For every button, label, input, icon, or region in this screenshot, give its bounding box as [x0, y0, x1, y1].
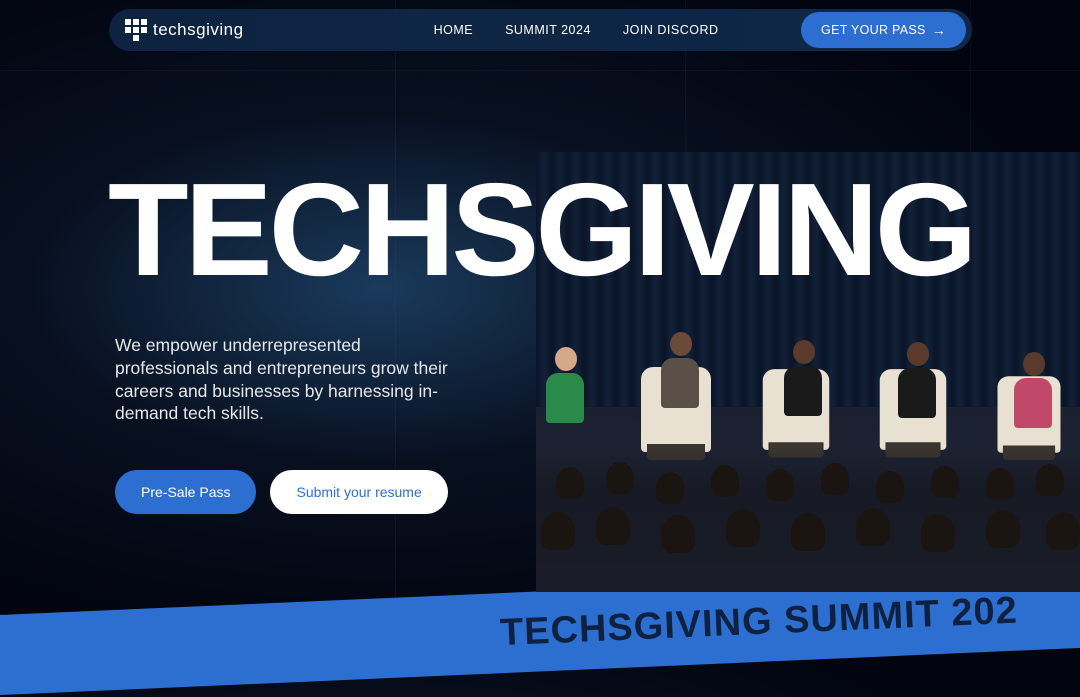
hero-buttons: Pre-Sale Pass Submit your resume — [115, 470, 448, 514]
brand-name: techsgiving — [153, 20, 244, 40]
arrow-right-icon: → — [932, 22, 946, 38]
brand-logo[interactable]: techsgiving — [125, 19, 244, 41]
get-pass-button[interactable]: GET YOUR PASS → — [801, 12, 966, 48]
get-pass-label: GET YOUR PASS — [821, 23, 926, 37]
nav-home[interactable]: HOME — [434, 23, 474, 37]
nav-discord[interactable]: JOIN DISCORD — [623, 23, 719, 37]
logo-icon — [125, 19, 147, 41]
banner-text: TECHSGIVING SUMMIT 202 — [499, 589, 1019, 655]
navbar: techsgiving HOME SUMMIT 2024 JOIN DISCOR… — [109, 9, 972, 51]
hero-title: TECHSGIVING — [108, 164, 973, 296]
nav-links: HOME SUMMIT 2024 JOIN DISCORD — [434, 23, 719, 37]
submit-resume-button[interactable]: Submit your resume — [270, 470, 447, 514]
hero-description: We empower underrepresented professional… — [115, 334, 465, 425]
presale-pass-button[interactable]: Pre-Sale Pass — [115, 470, 256, 514]
nav-summit[interactable]: SUMMIT 2024 — [505, 23, 591, 37]
